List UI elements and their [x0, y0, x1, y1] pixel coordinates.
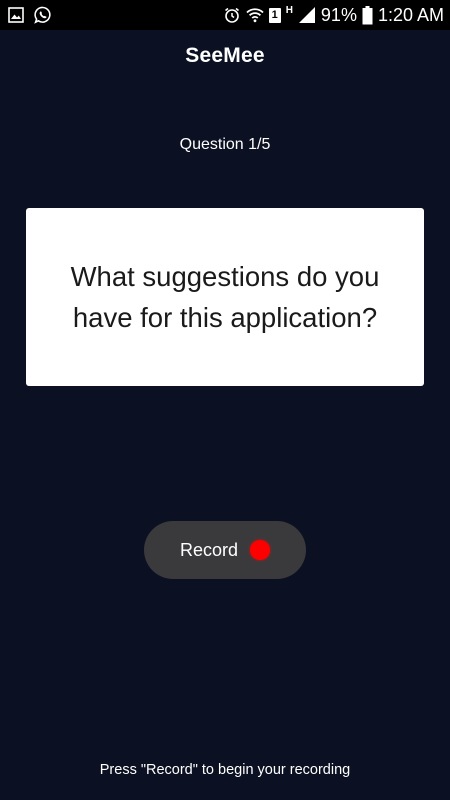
whatsapp-icon	[34, 6, 52, 24]
notification-icons	[8, 6, 52, 24]
system-status: 1 H 91% 1:20 AM	[223, 4, 444, 26]
alarm-icon	[223, 6, 241, 24]
wifi-icon	[246, 7, 264, 23]
clock-time: 1:20 AM	[377, 4, 444, 25]
question-card: What suggestions do you have for this ap…	[26, 208, 424, 386]
network-type-label: H	[285, 4, 293, 16]
app-title: SeeMee	[185, 44, 265, 67]
question-counter: Question 1/5	[179, 136, 271, 153]
signal-icon	[298, 6, 316, 24]
status-bar: 1 H 91% 1:20 AM	[0, 0, 450, 30]
sim-icon: 1	[268, 7, 281, 23]
question-text: What suggestions do you have for this ap…	[70, 261, 380, 333]
battery-percent: 91%	[320, 4, 357, 25]
instruction-text: Press "Record" to begin your recording	[99, 762, 351, 778]
gallery-icon	[8, 7, 24, 23]
record-button[interactable]: Record	[144, 521, 306, 579]
record-dot-icon	[250, 540, 271, 560]
record-button-label: Record	[179, 539, 239, 560]
battery-icon	[362, 5, 373, 25]
